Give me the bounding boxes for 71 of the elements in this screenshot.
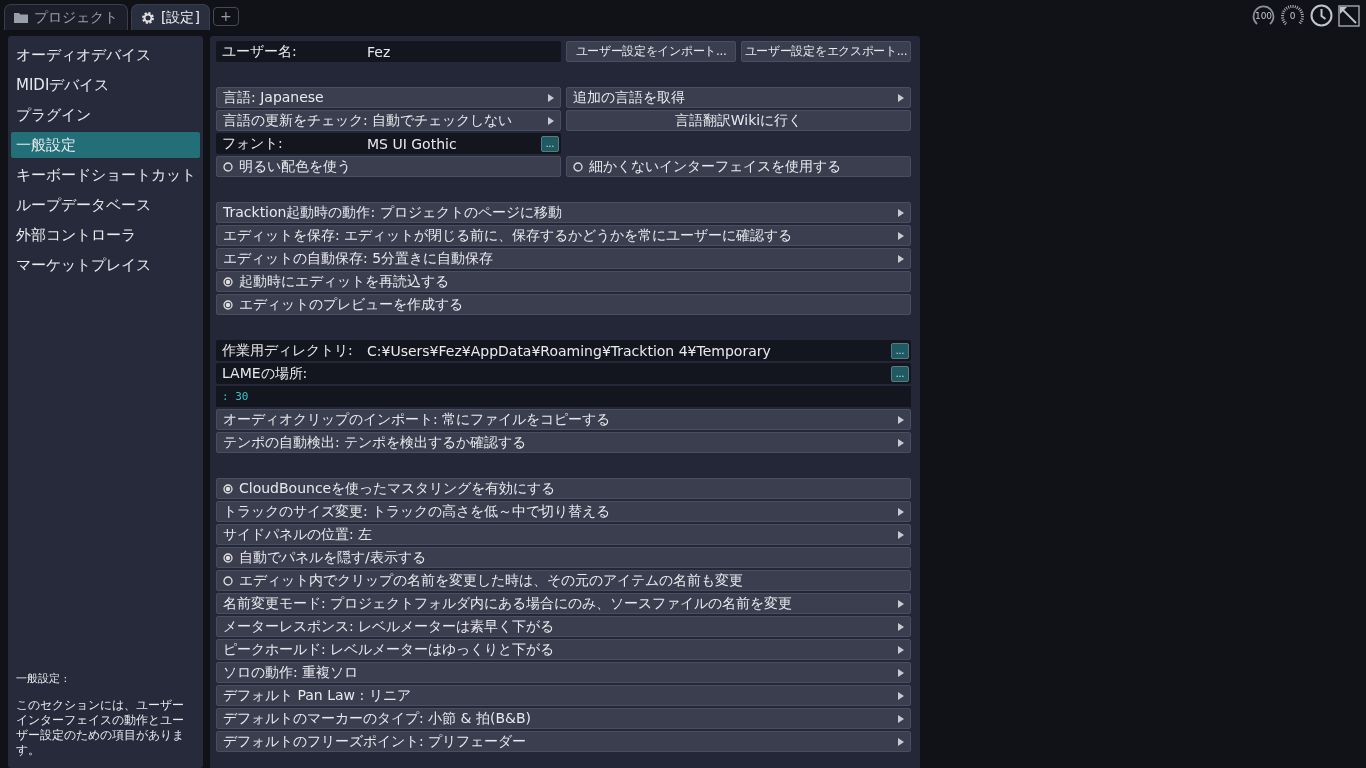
right-arrow-icon	[898, 530, 904, 539]
right-arrow-icon	[898, 645, 904, 654]
dropdown-setting[interactable]: ピークホールド: レベルメーターはゆっくりと下がる	[216, 639, 911, 660]
right-arrow-icon	[898, 714, 904, 723]
dropdown-setting[interactable]: デフォルトのフリーズポイント: プリフェーダー	[216, 731, 911, 752]
sidebar-item[interactable]: 外部コントローラ	[11, 222, 200, 248]
toggle-setting[interactable]: CloudBounceを使ったマスタリングを有効にする	[216, 478, 911, 499]
dropdown-setting[interactable]: エディットの自動保存: 5分置きに自動保存	[216, 248, 911, 269]
toggle-setting[interactable]: 明るい配色を使う	[216, 156, 561, 177]
dropdown-setting[interactable]: ソロの動作: 重複ソロ	[216, 662, 911, 683]
right-arrow-icon	[548, 116, 554, 125]
setting-button[interactable]: ユーザー設定をインポート...	[566, 41, 736, 62]
dropdown-setting[interactable]: デフォルト Pan Law : リニア	[216, 685, 911, 706]
right-arrow-icon	[898, 691, 904, 700]
toggle-setting[interactable]: 自動でパネルを隠す/表示する	[216, 547, 911, 568]
sidebar-item[interactable]: 一般設定	[11, 132, 200, 158]
right-arrow-icon	[898, 208, 904, 217]
dropdown-setting[interactable]: デフォルトのマーカーのタイプ: 小節 & 拍(B&B)	[216, 708, 911, 729]
folder-icon	[14, 12, 28, 23]
dropdown-setting[interactable]: 言語の更新をチェック: 自動でチェックしない	[216, 110, 561, 131]
sidebar-item[interactable]: キーボードショートカット	[11, 162, 200, 188]
toggle-setting[interactable]: エディットのプレビューを作成する	[216, 294, 911, 315]
browse-button[interactable]: ...	[891, 342, 909, 359]
help-title: 一般設定 :	[15, 671, 69, 686]
dropdown-setting[interactable]: 言語: Japanese	[216, 87, 561, 108]
gauge-meter: 0	[1280, 3, 1305, 28]
dropdown-setting[interactable]: トラックのサイズ変更: トラックの高さを低～中で切り替える	[216, 501, 911, 522]
setting-button[interactable]: ユーザー設定をエクスポート...	[741, 41, 911, 62]
right-arrow-icon	[898, 668, 904, 677]
right-arrow-icon	[548, 93, 554, 102]
text-field[interactable]: 作業用ディレクトリ: C:¥Users¥Fez¥AppData¥Roaming¥Tracktion 4¥Temporary ...	[216, 340, 911, 361]
right-arrow-icon	[898, 254, 904, 263]
text-field[interactable]: LAMEの場所: ...	[216, 363, 911, 384]
right-arrow-icon	[898, 507, 904, 516]
browse-button[interactable]: ...	[891, 365, 909, 382]
help-text: このセクションには、ユーザーインターフェイスの動作とユーザー設定のための項目があります。	[15, 698, 185, 758]
dropdown-setting[interactable]: テンポの自動検出: テンポを検出するか確認する	[216, 432, 911, 453]
dropdown-setting[interactable]: エディットを保存: エディットが閉じる前に、保存するかどうかを常にユーザーに確認する	[216, 225, 911, 246]
sidebar-item[interactable]: マーケットプレイス	[11, 252, 200, 278]
toggle-setting[interactable]: エディット内でクリップの名前を変更した時は、その元のアイテムの名前も変更	[216, 570, 911, 591]
right-arrow-icon	[898, 93, 904, 102]
resize-window-icon[interactable]	[1338, 4, 1360, 27]
right-arrow-icon	[898, 415, 904, 424]
text-field[interactable]: ユーザー名: Fez	[216, 41, 561, 62]
tab[interactable]: [設定]	[131, 4, 210, 30]
setting-button[interactable]: 言語翻訳Wikiに行く	[566, 110, 911, 131]
dropdown-setting[interactable]: Tracktion起動時の動作: プロジェクトのページに移動	[216, 202, 911, 223]
right-arrow-icon	[898, 599, 904, 608]
sidebar-item[interactable]: オーディオデバイス	[11, 42, 200, 68]
tab[interactable]: プロジェクト	[4, 4, 128, 30]
add-tab-button[interactable]: +	[212, 7, 239, 26]
sidebar-item[interactable]: MIDIデバイス	[11, 72, 200, 98]
right-arrow-icon	[898, 737, 904, 746]
sidebar-item[interactable]: ループデータベース	[11, 192, 200, 218]
gauge-meter: 100	[1251, 3, 1276, 28]
dropdown-setting[interactable]: サイドパネルの位置: 左	[216, 524, 911, 545]
right-arrow-icon	[898, 231, 904, 240]
dropdown-setting[interactable]: 名前変更モード: プロジェクトフォルダ内にある場合にのみ、ソースファイルの名前を変更	[216, 593, 911, 614]
text-field[interactable]: フォント: MS UI Gothic ...	[216, 133, 561, 154]
sidebar-item[interactable]: プラグイン	[11, 102, 200, 128]
browse-button[interactable]: ...	[541, 135, 559, 152]
clock-icon[interactable]	[1309, 3, 1334, 28]
toggle-setting[interactable]: 起動時にエディットを再読込する	[216, 271, 911, 292]
dropdown-setting[interactable]: メーターレスポンス: レベルメーターは素早く下がる	[216, 616, 911, 637]
dropdown-setting[interactable]: 追加の言語を取得	[566, 87, 911, 108]
dropdown-setting[interactable]: オーディオクリップのインポート: 常にファイルをコピーする	[216, 409, 911, 430]
right-arrow-icon	[898, 622, 904, 631]
right-arrow-icon	[898, 438, 904, 447]
gear-icon	[141, 10, 155, 25]
toggle-setting[interactable]: 細かくないインターフェイスを使用する	[566, 156, 911, 177]
console-output: : 30	[216, 386, 911, 407]
